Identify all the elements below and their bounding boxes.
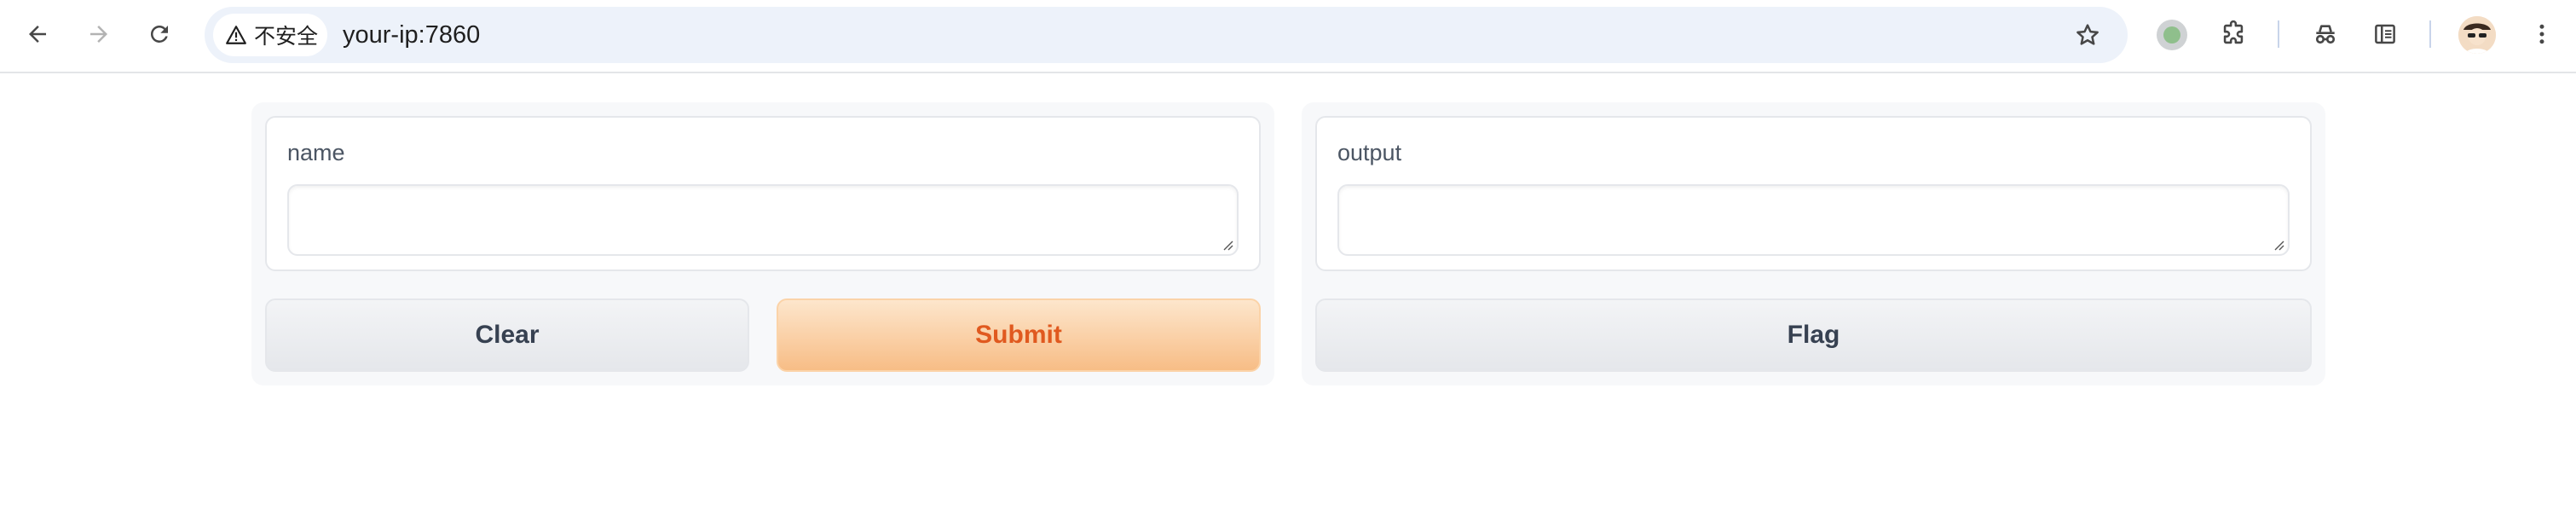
reload-button[interactable]: [134, 9, 185, 60]
security-label: 不安全: [254, 24, 319, 49]
kebab-menu-icon: [2539, 24, 2544, 44]
reload-icon: [150, 25, 168, 43]
star-icon: [2076, 24, 2099, 45]
name-field-block: name: [265, 116, 1261, 271]
resize-grip-icon[interactable]: [2273, 239, 2284, 251]
incognito-button[interactable]: [2300, 9, 2351, 60]
clear-button[interactable]: Clear: [265, 298, 749, 372]
browser-toolbar: 不安全 your-ip:7860: [0, 0, 2576, 73]
green-dot-icon[interactable]: [2157, 20, 2187, 50]
output-panel: output Flag: [1302, 102, 2325, 385]
output-field-block: output: [1315, 116, 2312, 271]
avatar[interactable]: [2458, 16, 2496, 54]
resize-grip-icon[interactable]: [1222, 239, 1233, 251]
input-panel: name Clear Submit: [251, 102, 1274, 385]
address-bar[interactable]: 不安全 your-ip:7860: [205, 7, 2128, 63]
arrow-right-icon: [90, 26, 107, 43]
toolbar-separator: [2429, 20, 2431, 48]
warning-triangle-icon: [226, 26, 246, 44]
bookmark-button[interactable]: [2066, 14, 2109, 56]
reading-list-button[interactable]: [2359, 9, 2411, 60]
submit-button[interactable]: Submit: [777, 298, 1261, 372]
security-chip[interactable]: 不安全: [213, 14, 327, 56]
flag-button[interactable]: Flag: [1315, 298, 2312, 372]
output-label: output: [1337, 140, 1402, 165]
back-button[interactable]: [12, 9, 63, 60]
forward-button[interactable]: [73, 9, 124, 60]
sidebar-icon: [2375, 24, 2395, 44]
extensions-button[interactable]: [2208, 9, 2259, 60]
spy-icon: [2315, 25, 2336, 44]
arrow-left-icon: [29, 26, 46, 43]
url-text[interactable]: your-ip:7860: [343, 19, 480, 51]
output-textarea[interactable]: [1337, 184, 2290, 256]
toolbar-separator: [2278, 20, 2279, 48]
name-textarea[interactable]: [287, 184, 1239, 256]
profile-avatar-icon: [2458, 16, 2496, 54]
name-label: name: [287, 140, 345, 165]
menu-button[interactable]: [2516, 9, 2567, 60]
puzzle-icon: [2223, 20, 2244, 44]
